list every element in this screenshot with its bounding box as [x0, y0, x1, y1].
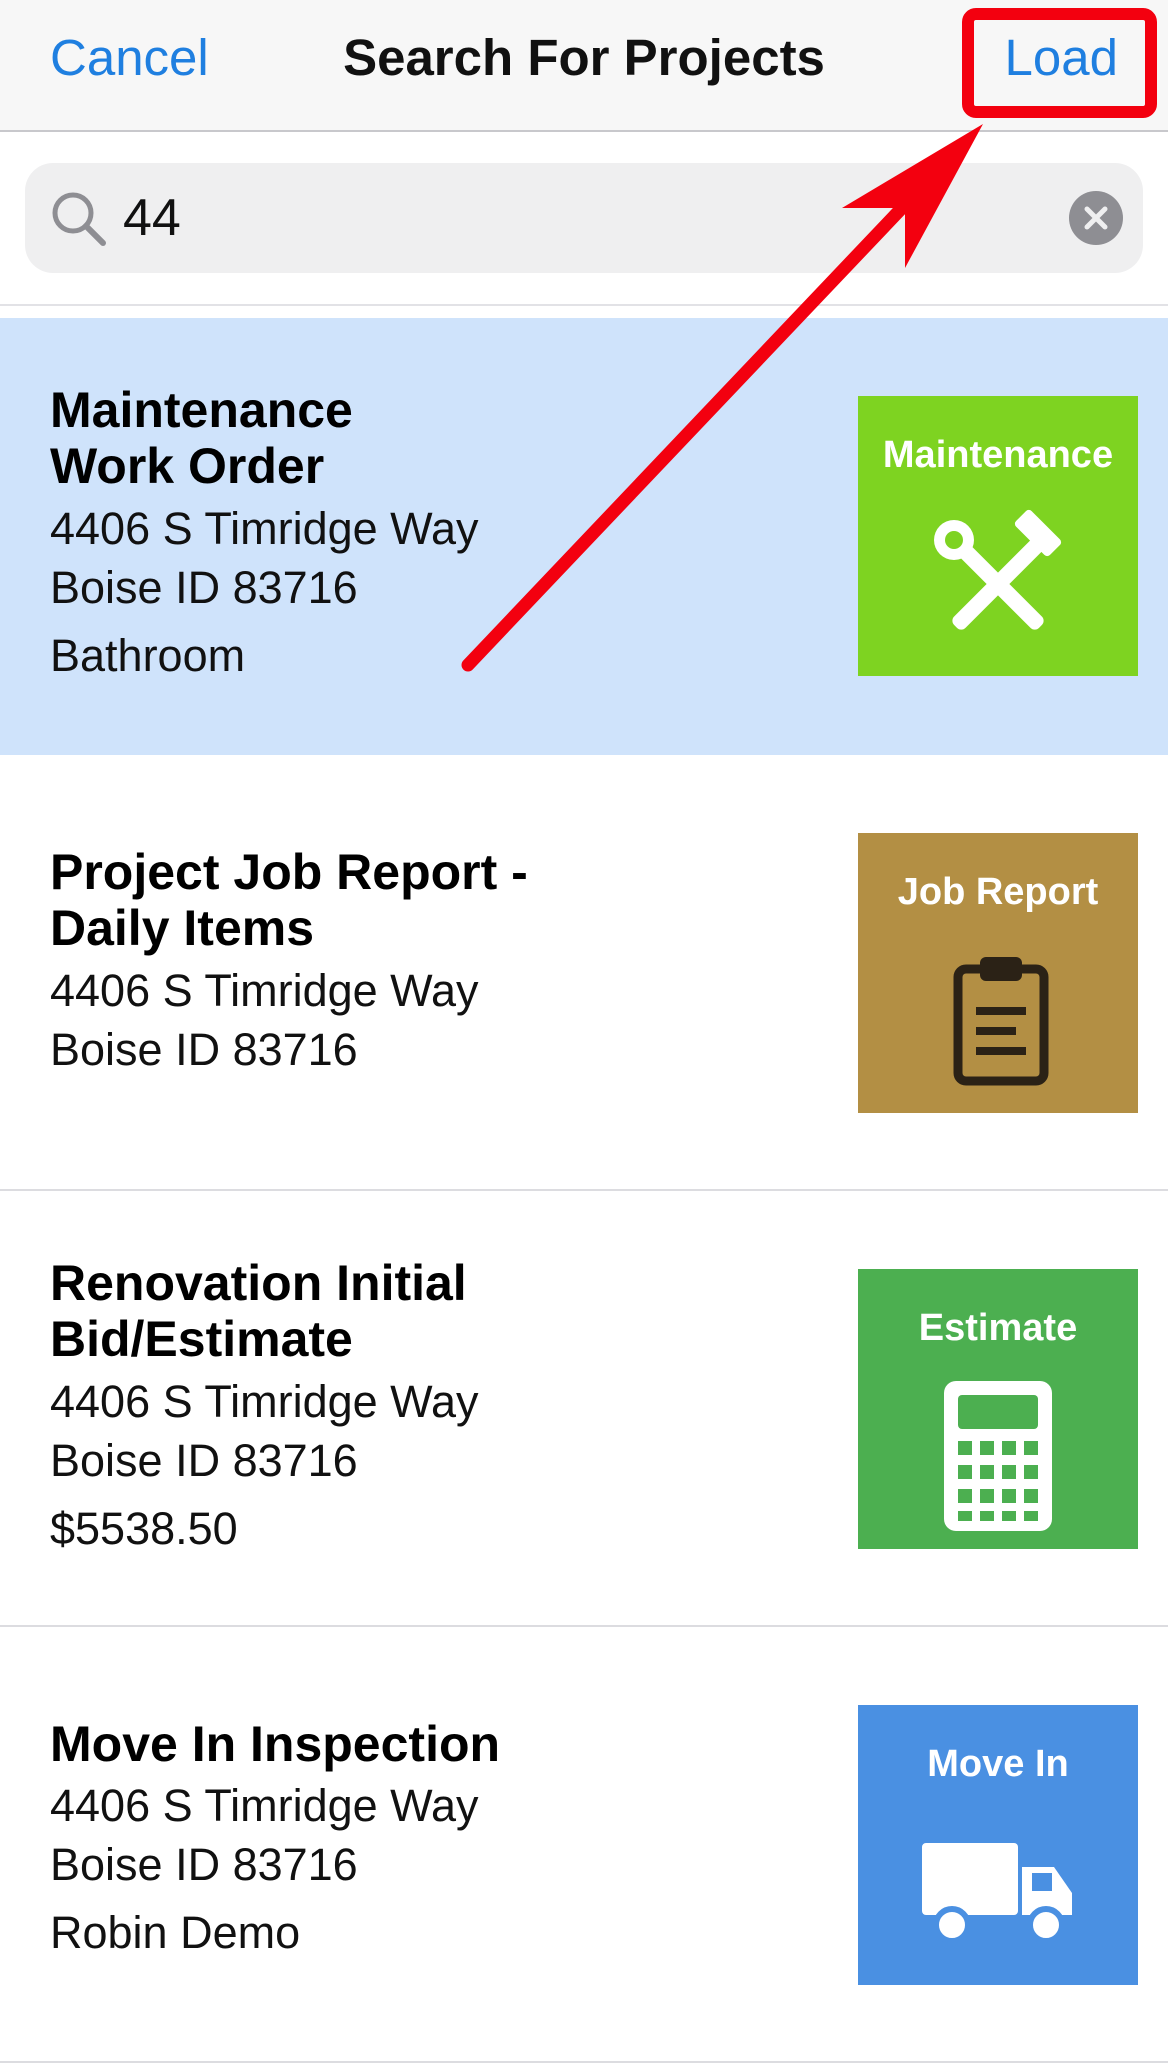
navigation-bar: Search For Projects Cancel Load [0, 0, 1168, 132]
estimate-tile: Estimate [858, 1269, 1138, 1549]
search-results-list: Maintenance Work Order 4406 S Timridge W… [0, 318, 1168, 2063]
calculator-icon [944, 1381, 1052, 1531]
list-item[interactable]: Move In Inspection 4406 S Timridge Way B… [0, 1627, 1168, 2063]
project-extra: $5538.50 [50, 1503, 238, 1554]
project-extra: Bathroom [50, 630, 246, 681]
project-address-line1: 4406 S Timridge Way [50, 1780, 479, 1831]
search-icon [47, 187, 111, 251]
maintenance-tile: Maintenance [858, 396, 1138, 676]
cancel-button[interactable]: Cancel [50, 28, 209, 87]
project-title: Renovation Initial Bid/Estimate [50, 1255, 467, 1367]
list-item[interactable]: Maintenance Work Order 4406 S Timridge W… [0, 318, 1168, 755]
project-extra: Robin Demo [50, 1907, 301, 1958]
list-item[interactable]: Project Job Report - Daily Items 4406 S … [0, 755, 1168, 1191]
project-address-line2: Boise ID 83716 [50, 1435, 358, 1486]
move-in-tile: Move In [858, 1705, 1138, 1985]
tile-label: Maintenance [882, 434, 1114, 476]
truck-icon [922, 1843, 1072, 1944]
project-address-line2: Boise ID 83716 [50, 1024, 358, 1075]
search-input[interactable] [123, 177, 1023, 259]
job-report-tile: Job Report [858, 833, 1138, 1113]
project-address-line1: 4406 S Timridge Way [50, 965, 479, 1016]
project-address-line1: 4406 S Timridge Way [50, 503, 479, 554]
search-field-container[interactable] [25, 163, 1143, 273]
list-item[interactable]: Renovation Initial Bid/Estimate 4406 S T… [0, 1191, 1168, 1627]
clipboard-icon [953, 957, 1049, 1086]
project-address-line2: Boise ID 83716 [50, 562, 358, 613]
tile-label: Move In [927, 1743, 1069, 1785]
project-title: Maintenance Work Order [50, 382, 353, 494]
search-bar [0, 134, 1168, 306]
project-title: Project Job Report - Daily Items [50, 844, 528, 956]
tile-label: Job Report [897, 871, 1099, 913]
project-address-line2: Boise ID 83716 [50, 1839, 358, 1890]
project-title: Move In Inspection [50, 1716, 501, 1772]
tile-label: Estimate [918, 1307, 1078, 1349]
load-button[interactable]: Load [1005, 28, 1118, 87]
tools-icon [934, 509, 1062, 630]
project-address-line1: 4406 S Timridge Way [50, 1376, 479, 1427]
clear-icon[interactable] [1069, 191, 1123, 245]
